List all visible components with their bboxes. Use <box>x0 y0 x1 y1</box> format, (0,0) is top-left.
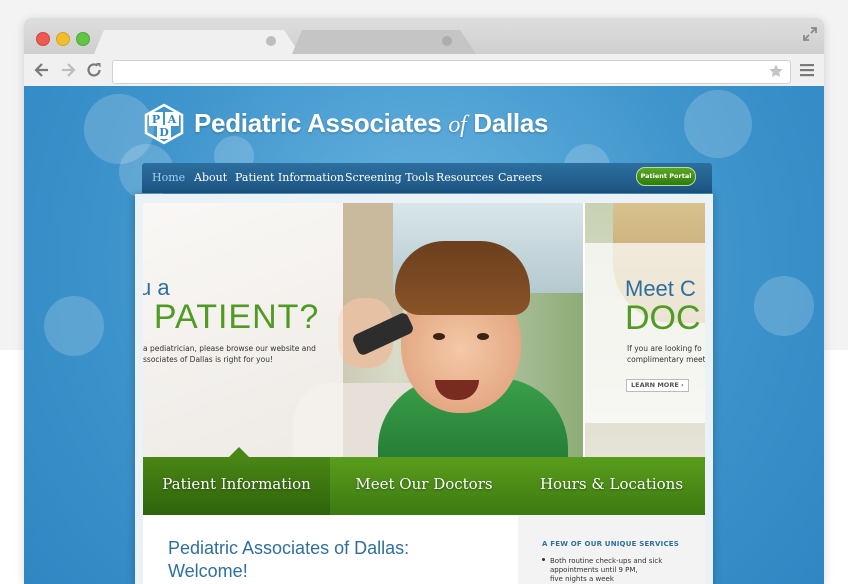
welcome-heading-line: Welcome! <box>168 561 248 581</box>
welcome-heading: Pediatric Associates of Dallas: Welcome! <box>168 537 448 583</box>
site-title-main: Pediatric Associates <box>194 108 442 138</box>
services-sidebar: A FEW OF OUR UNIQUE SERVICES Both routin… <box>518 515 705 584</box>
hero-body-text: a pediatrician, please browse our websit… <box>143 343 333 365</box>
page-container: u a / PATIENT? a pediatrician, please br… <box>135 194 713 584</box>
welcome-heading-line: Pediatric Associates of Dallas: <box>168 538 410 558</box>
hero-photo-child-eye <box>433 333 445 340</box>
nav-patient-information[interactable]: Patient Information <box>235 171 344 184</box>
hero-body-line: ssociates of Dallas is right for you! <box>143 355 273 364</box>
main-content: Pediatric Associates of Dallas: Welcome!… <box>143 515 705 584</box>
main-nav: Home About Patient Information Screening… <box>142 163 712 193</box>
bokeh-light <box>754 276 814 336</box>
tab-label: Hours & Locations <box>539 475 684 493</box>
nav-about[interactable]: About <box>194 171 227 184</box>
nav-resources[interactable]: Resources <box>436 171 494 184</box>
next-slide-body-text: If you are looking fo complimentary meet… <box>627 343 705 365</box>
close-window-button[interactable] <box>36 32 50 46</box>
reload-icon[interactable] <box>84 60 104 80</box>
list-item-continuation: five nights a week <box>550 575 614 583</box>
learn-more-button[interactable]: LEARN MORE › <box>626 379 689 392</box>
hero-body-line: a pediatrician, please browse our websit… <box>143 344 316 353</box>
hero-slide-divider <box>583 203 585 457</box>
bokeh-light <box>684 90 752 158</box>
site-title-of: of <box>448 112 467 138</box>
nav-screening-tools[interactable]: Screening Tools <box>345 171 434 184</box>
hero-headline: / PATIENT? <box>143 298 320 336</box>
svg-text:A: A <box>167 113 177 126</box>
services-list: Both routine check-ups and sick appointm… <box>542 557 662 584</box>
next-slide-headline: DOC <box>625 299 701 337</box>
svg-text:P: P <box>152 113 160 126</box>
tab-patient-information[interactable]: Patient Information <box>143 447 331 515</box>
tab-close-icon[interactable] <box>266 36 276 46</box>
tab-meet-our-doctors[interactable]: Meet Our Doctors <box>330 457 519 515</box>
browser-tab-active[interactable] <box>94 30 300 54</box>
next-slide-body-line: complimentary meeti <box>627 355 705 364</box>
sidebar-title: A FEW OF OUR UNIQUE SERVICES <box>542 540 680 548</box>
zoom-window-button[interactable] <box>76 32 90 46</box>
tab-close-icon[interactable] <box>442 36 452 46</box>
tab-label: Meet Our Doctors <box>355 475 493 493</box>
fullscreen-icon[interactable] <box>802 26 818 42</box>
svg-text:D: D <box>159 126 169 139</box>
hero-slider: u a / PATIENT? a pediatrician, please br… <box>143 203 705 457</box>
tab-label: Patient Information <box>162 475 311 493</box>
bokeh-light <box>44 296 104 356</box>
learn-more-label: LEARN MORE <box>631 381 679 389</box>
minimize-window-button[interactable] <box>56 32 70 46</box>
back-arrow-icon[interactable] <box>32 60 52 80</box>
hero-photo-child-hair <box>395 241 530 315</box>
bullet-icon <box>542 558 545 561</box>
bookmark-star-icon[interactable] <box>768 63 784 79</box>
tab-strip <box>24 18 824 54</box>
site-title: Pediatric Associates of Dallas <box>194 108 548 139</box>
browser-toolbar <box>24 54 824 87</box>
nav-careers[interactable]: Careers <box>498 171 542 184</box>
feature-tabs: Patient Information Meet Our Doctors Hou… <box>143 447 705 515</box>
active-tab-pointer <box>229 447 249 457</box>
nav-home[interactable]: Home <box>152 171 185 184</box>
browser-window: P A D Pediatric Associates of Dallas Hom… <box>24 18 824 584</box>
address-bar[interactable] <box>112 60 791 84</box>
forward-arrow-icon[interactable] <box>58 60 78 80</box>
web-viewport: P A D Pediatric Associates of Dallas Hom… <box>24 86 824 584</box>
hero-photo-child-eye <box>477 333 489 340</box>
browser-tab-inactive[interactable] <box>292 30 476 54</box>
list-item-continuation: appointments until 9 PM, <box>550 566 638 574</box>
next-slide-body-line: If you are looking fo <box>627 344 702 353</box>
menu-icon[interactable] <box>800 63 814 77</box>
site-title-city: Dallas <box>473 108 549 138</box>
list-item: Both routine check-ups and sick <box>542 557 662 566</box>
patient-portal-button[interactable]: Patient Portal <box>636 167 696 186</box>
chevron-right-icon: › <box>681 381 684 389</box>
pad-logo-icon: P A D <box>144 103 184 145</box>
list-item-text: Both routine check-ups and sick <box>550 557 663 565</box>
tab-hours-locations[interactable]: Hours & Locations <box>518 457 705 515</box>
